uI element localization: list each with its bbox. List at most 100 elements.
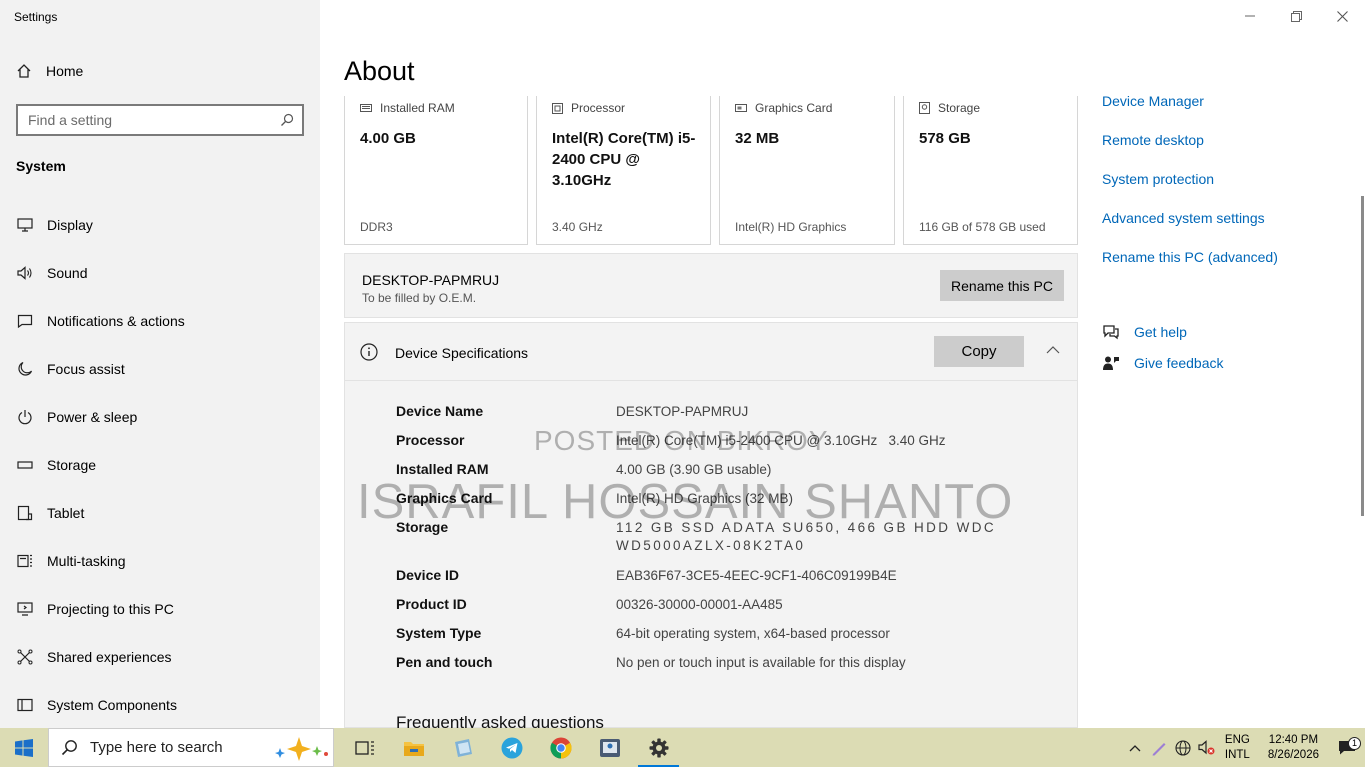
spec-row: Device ID EAB36F67-3CE5-4EEC-9CF1-406C091… (396, 567, 1056, 596)
spec-key: Storage (396, 519, 449, 535)
sidebar-item-display[interactable]: Display (0, 201, 320, 249)
sidebar-item-power-sleep[interactable]: Power & sleep (0, 393, 320, 441)
sidebar-item-tablet[interactable]: Tablet (0, 489, 320, 537)
settings-app-button[interactable] (634, 728, 683, 767)
card-label: Graphics Card (755, 101, 833, 115)
nav-home[interactable]: Home (16, 63, 83, 79)
link-remote-desktop[interactable]: Remote desktop (1102, 132, 1278, 171)
sidebar-item-multitasking[interactable]: Multi-tasking (0, 537, 320, 585)
speaker-muted-icon (1198, 739, 1215, 754)
sidebar-item-focus-assist[interactable]: Focus assist (0, 345, 320, 393)
close-button[interactable] (1319, 0, 1365, 32)
minimize-icon (1245, 15, 1255, 17)
card-value: Intel(R) Core(TM) i5-2400 CPU @ 3.10GHz (552, 130, 696, 189)
rename-pc-button[interactable]: Rename this PC (940, 270, 1064, 301)
restore-button[interactable] (1273, 0, 1319, 32)
search-input[interactable] (28, 112, 280, 128)
sidebar-item-shared-experiences[interactable]: Shared experiences (0, 633, 320, 681)
telegram-button[interactable] (487, 728, 536, 767)
pen-button[interactable] (1147, 740, 1171, 756)
card-sub: 116 GB of 578 GB used (919, 220, 1046, 234)
monitor-icon (16, 217, 34, 233)
sidebar-item-label: Multi-tasking (47, 553, 126, 569)
spec-row: Storage 112 GB SSD ADATA SU650, 466 GB HD… (396, 519, 1056, 567)
power-icon (16, 409, 34, 425)
spec-title: Device Specifications (395, 345, 529, 361)
action-center-button[interactable]: 1 (1329, 736, 1365, 756)
link-advanced-system-settings[interactable]: Advanced system settings (1102, 210, 1278, 249)
ram-icon (360, 104, 372, 112)
chevron-up-icon[interactable] (1045, 343, 1061, 357)
app-window-icon (599, 738, 620, 757)
copy-button[interactable]: Copy (934, 336, 1024, 367)
info-icon (360, 343, 378, 361)
card-sub: 3.40 GHz (552, 220, 603, 234)
sidebar-item-storage[interactable]: Storage (0, 441, 320, 489)
notification-badge: 1 (1348, 736, 1361, 750)
nav-list: Display Sound Notifications & actions Fo… (0, 201, 320, 729)
sidebar-item-label: System Components (47, 697, 177, 713)
card-label: Processor (571, 101, 626, 115)
app-button[interactable] (438, 728, 487, 767)
link-rename-pc-advanced[interactable]: Rename this PC (advanced) (1102, 249, 1278, 288)
network-button[interactable] (1171, 739, 1195, 756)
card-storage: Storage 578 GB 116 GB of 578 GB used (903, 96, 1078, 245)
card-graphics: Graphics Card 32 MB Intel(R) HD Graphics (719, 96, 895, 245)
clock[interactable]: 12:40 PM 8/26/2026 (1268, 733, 1319, 763)
link-device-manager[interactable]: Device Manager (1102, 93, 1278, 132)
nav-home-label: Home (46, 63, 84, 79)
tray-overflow-button[interactable] (1123, 744, 1147, 752)
sidebar: Settings Home System Display Sound Notif… (0, 0, 320, 728)
sidebar-item-notifications[interactable]: Notifications & actions (0, 297, 320, 345)
scrollbar[interactable] (1361, 196, 1364, 516)
settings-search[interactable] (16, 104, 304, 136)
globe-icon (1175, 739, 1191, 756)
spec-row: Installed RAM 4.00 GB (3.90 GB usable) (396, 461, 1056, 490)
spec-value: 00326-30000-00001-AA485 (616, 597, 783, 612)
spec-header[interactable]: Device Specifications Copy (345, 323, 1077, 381)
sidebar-item-label: Display (47, 217, 93, 233)
search-icon (61, 740, 77, 756)
lang-line1: ENG (1224, 733, 1250, 746)
start-button[interactable] (0, 728, 48, 767)
pc-oem: To be filled by O.E.M. (362, 291, 477, 305)
chrome-button[interactable] (536, 728, 585, 767)
file-explorer-button[interactable] (389, 728, 438, 767)
spec-value: 4.00 GB (3.90 GB usable) (616, 462, 772, 477)
sidebar-item-system-components[interactable]: System Components (0, 681, 320, 729)
close-icon (1336, 10, 1348, 22)
speaker-icon (16, 265, 34, 281)
task-view-button[interactable] (340, 728, 389, 767)
sparkle-icon[interactable] (271, 734, 333, 762)
taskbar: Type here to search ENG INTL 12:40 PM 8/… (0, 728, 1365, 767)
give-feedback-link[interactable]: Give feedback (1102, 347, 1224, 378)
volume-button[interactable] (1195, 739, 1219, 756)
projecting-icon (16, 601, 34, 617)
search-icon[interactable] (280, 113, 294, 127)
sidebar-item-label: Shared experiences (47, 649, 172, 665)
spec-key: Installed RAM (396, 461, 489, 477)
spec-row: Pen and touch No pen or touch input is av… (396, 654, 1056, 683)
tablet-icon (16, 505, 34, 521)
feedback-label: Give feedback (1134, 354, 1224, 371)
sidebar-item-projecting[interactable]: Projecting to this PC (0, 585, 320, 633)
components-icon (16, 697, 34, 713)
card-value: 4.00 GB (360, 130, 416, 147)
taskbar-search[interactable]: Type here to search (48, 728, 334, 767)
spec-key: Pen and touch (396, 654, 493, 670)
minimize-button[interactable] (1227, 0, 1273, 32)
cpu-icon (552, 102, 563, 114)
app-window-button[interactable] (585, 728, 634, 767)
sidebar-item-label: Power & sleep (47, 409, 138, 425)
card-processor: Processor Intel(R) Core(TM) i5-2400 CPU … (536, 96, 711, 245)
sidebar-item-label: Projecting to this PC (47, 601, 174, 617)
spec-key: Processor (396, 432, 465, 448)
language-indicator[interactable]: ENG INTL (1225, 733, 1250, 763)
sidebar-item-label: Focus assist (47, 361, 125, 377)
get-help-link[interactable]: Get help (1102, 316, 1224, 347)
search-hint: Type here to search (90, 739, 223, 756)
spec-value: 64-bit operating system, x64-based proce… (616, 626, 890, 641)
sidebar-item-sound[interactable]: Sound (0, 249, 320, 297)
link-system-protection[interactable]: System protection (1102, 171, 1278, 210)
card-sub: DDR3 (360, 220, 393, 234)
